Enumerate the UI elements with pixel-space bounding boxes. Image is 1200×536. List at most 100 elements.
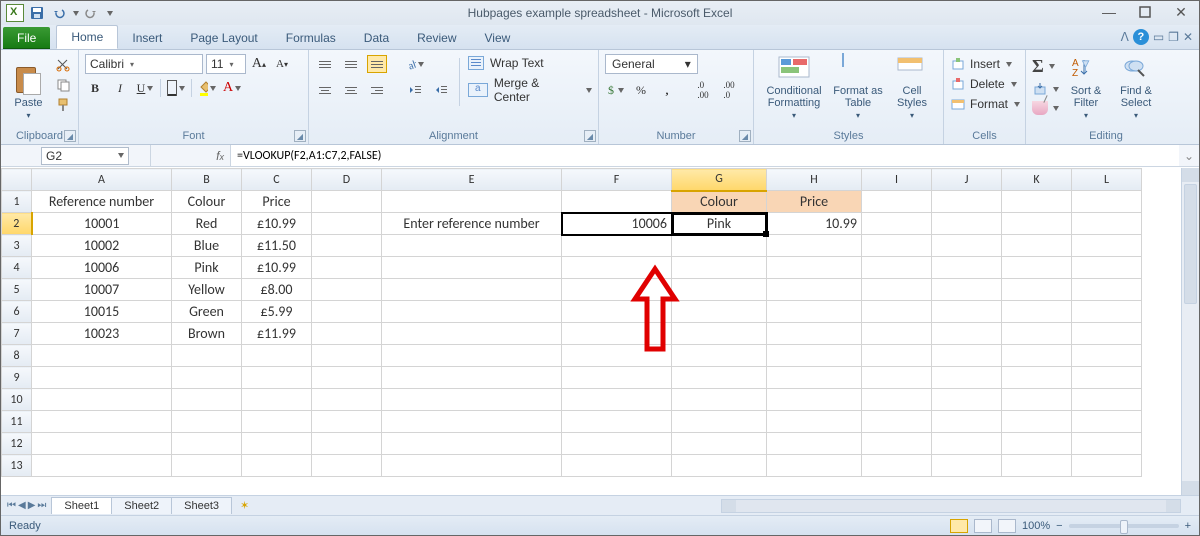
- cell-K1[interactable]: [1002, 191, 1072, 213]
- cell-J8[interactable]: [932, 345, 1002, 367]
- merge-center-button[interactable]: Merge & Center: [468, 76, 592, 104]
- cell-B3[interactable]: Blue: [172, 235, 242, 257]
- column-header-C[interactable]: C: [242, 169, 312, 191]
- cell-F8[interactable]: [562, 345, 672, 367]
- grow-font-icon[interactable]: A▴: [249, 54, 269, 74]
- cell-A7[interactable]: 10023: [32, 323, 172, 345]
- cell-K11[interactable]: [1002, 411, 1072, 433]
- cell-J4[interactable]: [932, 257, 1002, 279]
- row-header-8[interactable]: 8: [2, 345, 32, 367]
- help-icon[interactable]: ?: [1133, 29, 1149, 45]
- conditional-formatting-button[interactable]: Conditional Formatting▾: [760, 54, 828, 120]
- fill-color-button[interactable]: [197, 78, 217, 98]
- cell-F3[interactable]: [562, 235, 672, 257]
- cell-B12[interactable]: [172, 433, 242, 455]
- cell-D4[interactable]: [312, 257, 382, 279]
- cell-B13[interactable]: [172, 455, 242, 477]
- cell-F11[interactable]: [562, 411, 672, 433]
- cell-A9[interactable]: [32, 367, 172, 389]
- cell-H1[interactable]: Price: [767, 191, 862, 213]
- cell-K8[interactable]: [1002, 345, 1072, 367]
- column-header-B[interactable]: B: [172, 169, 242, 191]
- autosum-button[interactable]: Σ: [1032, 56, 1059, 77]
- cell-E8[interactable]: [382, 345, 562, 367]
- row-header-9[interactable]: 9: [2, 367, 32, 389]
- cell-C12[interactable]: [242, 433, 312, 455]
- select-all-cell[interactable]: [2, 169, 32, 191]
- cell-C5[interactable]: £8.00: [242, 279, 312, 301]
- comma-format-icon[interactable]: ,: [657, 80, 677, 100]
- cell-K13[interactable]: [1002, 455, 1072, 477]
- sheet-nav-last-icon[interactable]: ⏭: [37, 500, 46, 511]
- cell-G13[interactable]: [672, 455, 767, 477]
- cell-I2[interactable]: [862, 213, 932, 235]
- delete-cells-button[interactable]: Delete: [950, 76, 1020, 92]
- cell-C7[interactable]: £11.99: [242, 323, 312, 345]
- worksheet-grid[interactable]: ABCDEFGHIJKL1Reference numberColourPrice…: [1, 168, 1199, 495]
- increase-decimal-icon[interactable]: .0.00: [693, 80, 713, 100]
- cell-B9[interactable]: [172, 367, 242, 389]
- cell-G4[interactable]: [672, 257, 767, 279]
- tab-page-layout[interactable]: Page Layout: [176, 27, 271, 49]
- cell-F6[interactable]: [562, 301, 672, 323]
- undo-dropdown-icon[interactable]: [73, 11, 79, 16]
- align-right-icon[interactable]: [367, 81, 387, 99]
- cell-F10[interactable]: [562, 389, 672, 411]
- cell-J13[interactable]: [932, 455, 1002, 477]
- format-as-table-button[interactable]: Format as Table▾: [830, 54, 886, 120]
- cell-H12[interactable]: [767, 433, 862, 455]
- cell-A6[interactable]: 10015: [32, 301, 172, 323]
- tab-data[interactable]: Data: [350, 27, 403, 49]
- shrink-font-icon[interactable]: A▾: [272, 54, 292, 74]
- cell-I3[interactable]: [862, 235, 932, 257]
- sheet-nav-first-icon[interactable]: ⏮: [7, 500, 16, 511]
- row-header-10[interactable]: 10: [2, 389, 32, 411]
- cell-H3[interactable]: [767, 235, 862, 257]
- cell-L9[interactable]: [1072, 367, 1142, 389]
- alignment-launcher-icon[interactable]: ◢: [584, 130, 596, 142]
- cell-B4[interactable]: Pink: [172, 257, 242, 279]
- cell-J12[interactable]: [932, 433, 1002, 455]
- format-painter-icon[interactable]: [54, 96, 72, 114]
- sheet-tab-1[interactable]: Sheet1: [51, 497, 112, 514]
- cell-D10[interactable]: [312, 389, 382, 411]
- cell-K3[interactable]: [1002, 235, 1072, 257]
- font-name-combo[interactable]: Calibri▾: [85, 54, 203, 74]
- expand-formula-bar-icon[interactable]: ⌄: [1179, 145, 1199, 166]
- cell-D9[interactable]: [312, 367, 382, 389]
- cell-C9[interactable]: [242, 367, 312, 389]
- cell-I9[interactable]: [862, 367, 932, 389]
- cell-D6[interactable]: [312, 301, 382, 323]
- close-button[interactable]: ✕: [1167, 3, 1195, 21]
- cell-B1[interactable]: Colour: [172, 191, 242, 213]
- cell-E12[interactable]: [382, 433, 562, 455]
- cell-A2[interactable]: 10001: [32, 213, 172, 235]
- cell-I4[interactable]: [862, 257, 932, 279]
- redo-icon[interactable]: [81, 3, 101, 23]
- cell-H2[interactable]: 10.99: [767, 213, 862, 235]
- cell-E9[interactable]: [382, 367, 562, 389]
- fill-button[interactable]: [1032, 81, 1059, 97]
- cell-I1[interactable]: [862, 191, 932, 213]
- name-box[interactable]: G2: [41, 147, 129, 165]
- row-header-3[interactable]: 3: [2, 235, 32, 257]
- cell-B5[interactable]: Yellow: [172, 279, 242, 301]
- cell-styles-button[interactable]: Cell Styles▾: [888, 54, 936, 120]
- workbook-close-icon[interactable]: ✕: [1183, 30, 1193, 44]
- cell-J5[interactable]: [932, 279, 1002, 301]
- zoom-out-icon[interactable]: −: [1056, 520, 1062, 532]
- sheet-tab-2[interactable]: Sheet2: [111, 497, 172, 514]
- cell-A4[interactable]: 10006: [32, 257, 172, 279]
- cell-K7[interactable]: [1002, 323, 1072, 345]
- cell-I5[interactable]: [862, 279, 932, 301]
- cell-J10[interactable]: [932, 389, 1002, 411]
- cell-I12[interactable]: [862, 433, 932, 455]
- align-left-icon[interactable]: [315, 81, 335, 99]
- view-normal-icon[interactable]: [950, 519, 968, 533]
- cell-J11[interactable]: [932, 411, 1002, 433]
- row-header-6[interactable]: 6: [2, 301, 32, 323]
- cell-E2[interactable]: Enter reference number: [382, 213, 562, 235]
- cell-C6[interactable]: £5.99: [242, 301, 312, 323]
- cell-J3[interactable]: [932, 235, 1002, 257]
- cell-H4[interactable]: [767, 257, 862, 279]
